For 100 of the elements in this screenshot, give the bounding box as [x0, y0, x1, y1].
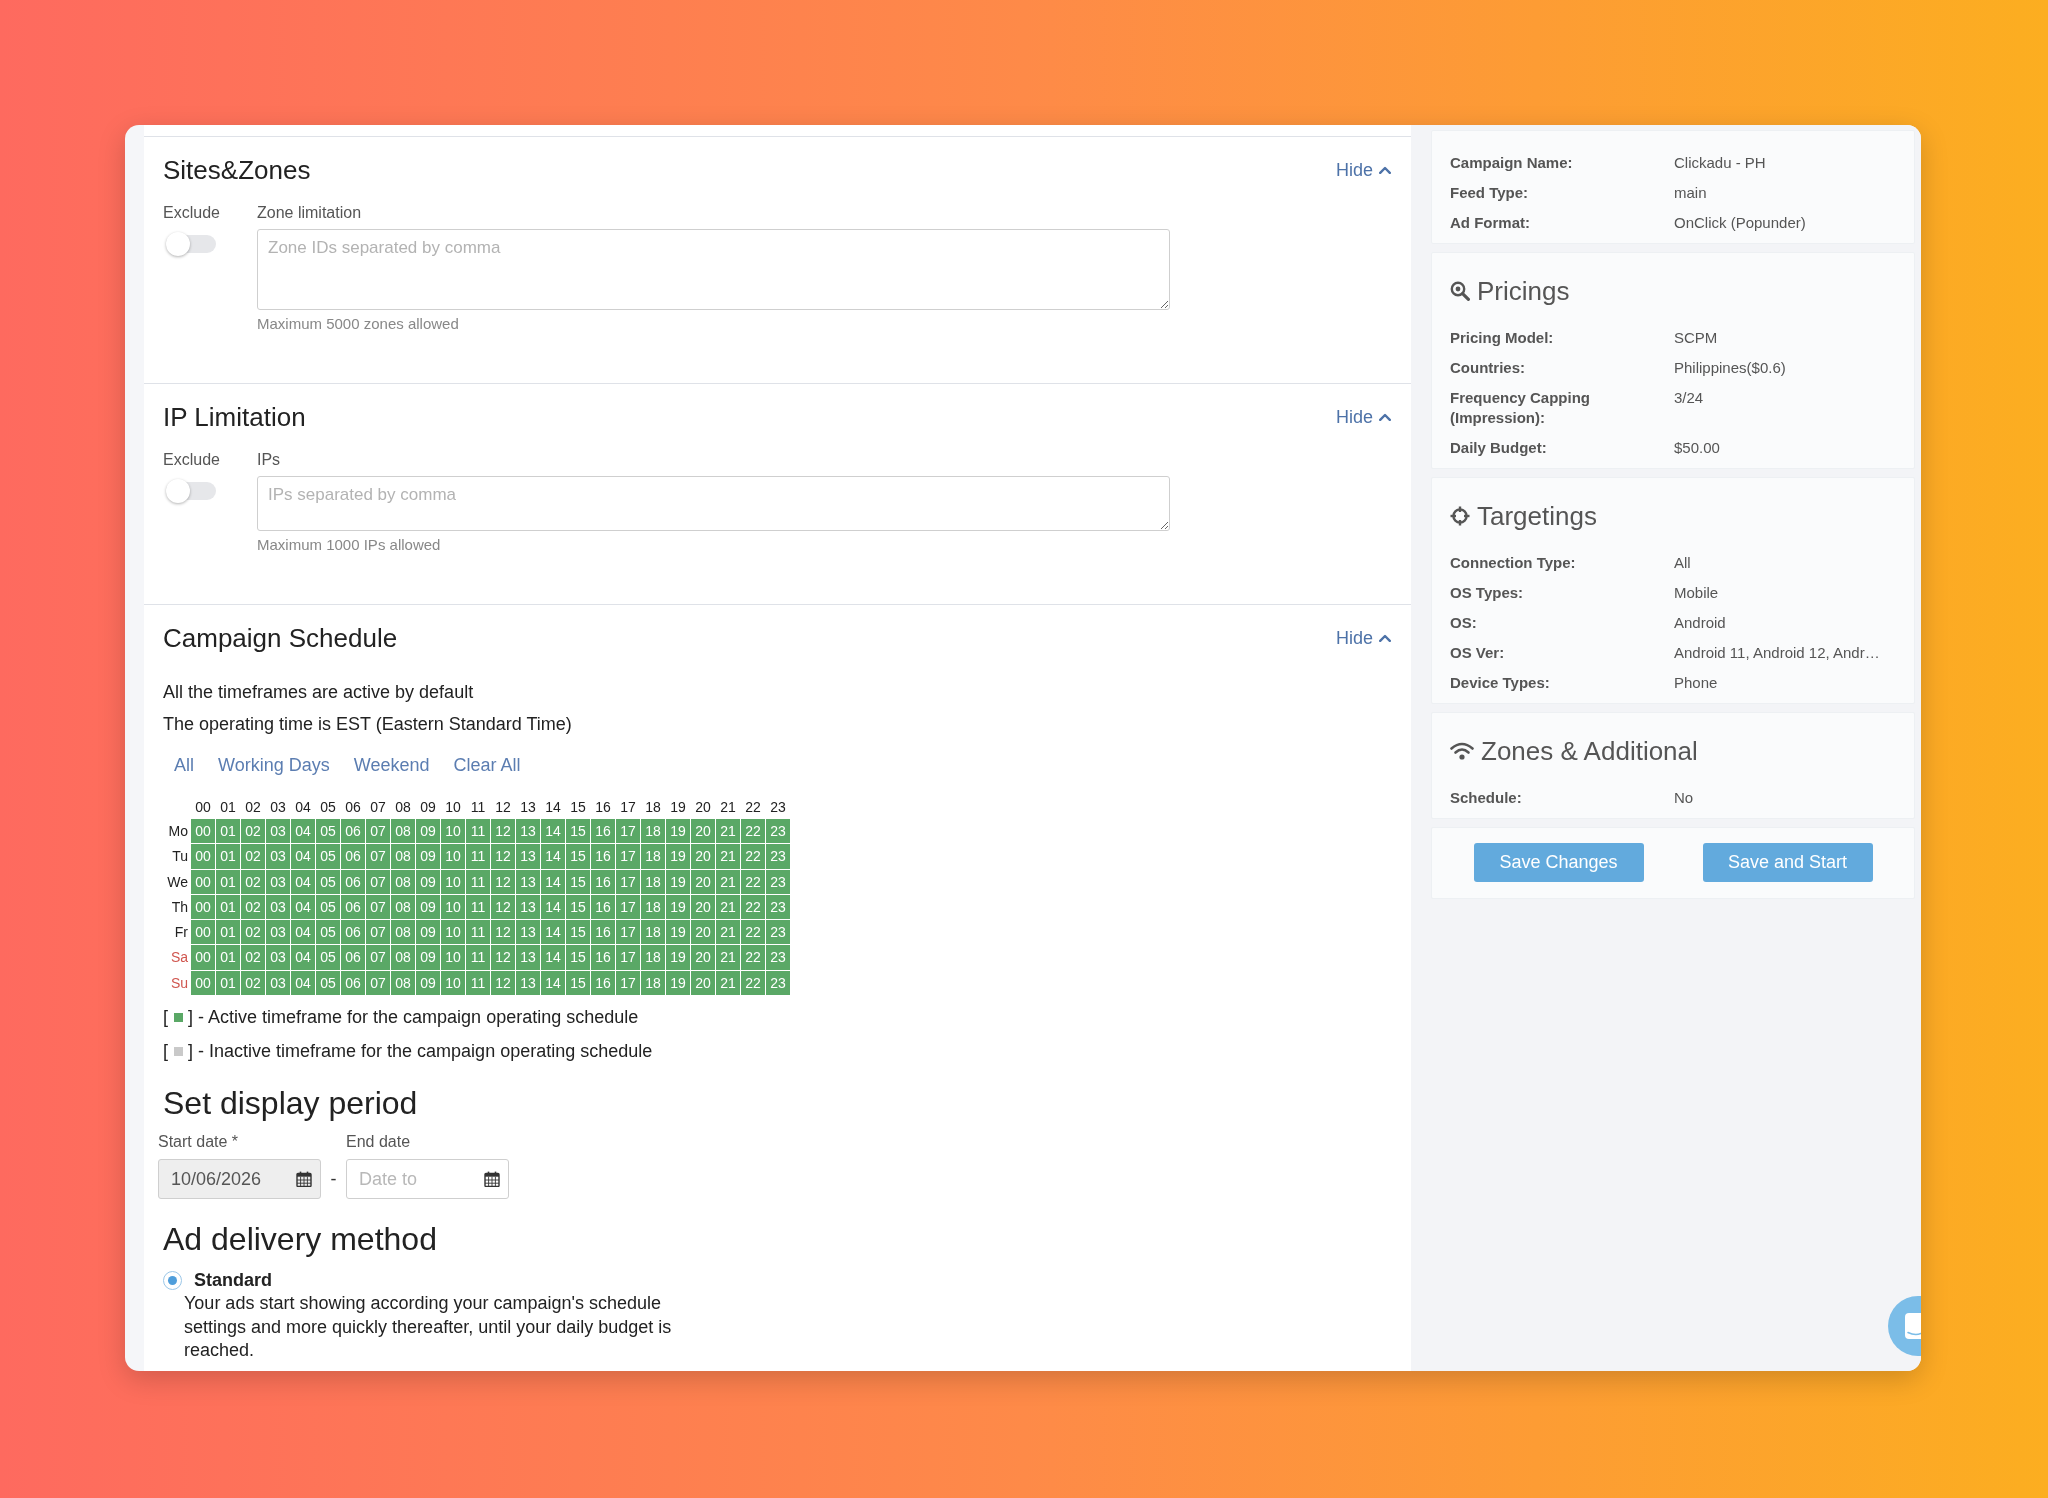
- timeslot-cell[interactable]: 05: [316, 844, 340, 869]
- timeslot-cell[interactable]: 19: [666, 894, 690, 920]
- timeslot-cell[interactable]: 21: [716, 844, 740, 869]
- timeslot-cell[interactable]: 02: [241, 894, 265, 920]
- timeslot-cell[interactable]: 04: [291, 869, 315, 894]
- timeslot-cell[interactable]: 05: [316, 869, 340, 894]
- timeslot-cell[interactable]: 00: [191, 819, 215, 844]
- timeslot-cell[interactable]: 21: [716, 945, 740, 970]
- timeslot-cell[interactable]: 23: [766, 945, 790, 970]
- timeslot-cell[interactable]: 09: [416, 970, 440, 996]
- timeslot-cell[interactable]: 20: [691, 970, 715, 996]
- timeslot-cell[interactable]: 15: [566, 819, 590, 844]
- timeslot-cell[interactable]: 16: [591, 844, 615, 869]
- timeslot-cell[interactable]: 16: [591, 869, 615, 894]
- timeslot-cell[interactable]: 10: [441, 819, 465, 844]
- timeslot-cell[interactable]: 18: [641, 970, 665, 996]
- preset-link[interactable]: All: [174, 753, 194, 777]
- timeslot-cell[interactable]: 22: [741, 920, 765, 945]
- timeslot-cell[interactable]: 07: [366, 869, 390, 894]
- timeslot-cell[interactable]: 19: [666, 970, 690, 996]
- timeslot-cell[interactable]: 04: [291, 945, 315, 970]
- timeslot-cell[interactable]: 01: [216, 869, 240, 894]
- timeslot-cell[interactable]: 00: [191, 970, 215, 996]
- timeslot-cell[interactable]: 06: [341, 894, 365, 920]
- timeslot-cell[interactable]: 06: [341, 970, 365, 996]
- timeslot-cell[interactable]: 20: [691, 819, 715, 844]
- timeslot-cell[interactable]: 05: [316, 894, 340, 920]
- timeslot-cell[interactable]: 17: [616, 945, 640, 970]
- timeslot-cell[interactable]: 19: [666, 920, 690, 945]
- timeslot-cell[interactable]: 02: [241, 945, 265, 970]
- timeslot-cell[interactable]: 23: [766, 869, 790, 894]
- hide-link[interactable]: Hide: [1335, 626, 1391, 650]
- timeslot-cell[interactable]: 06: [341, 869, 365, 894]
- timeslot-cell[interactable]: 06: [341, 945, 365, 970]
- timeslot-cell[interactable]: 01: [216, 970, 240, 996]
- timeslot-cell[interactable]: 16: [591, 920, 615, 945]
- timeslot-cell[interactable]: 08: [391, 970, 415, 996]
- timeslot-cell[interactable]: 19: [666, 819, 690, 844]
- timeslot-cell[interactable]: 14: [541, 869, 565, 894]
- timeslot-cell[interactable]: 08: [391, 869, 415, 894]
- timeslot-cell[interactable]: 15: [566, 970, 590, 996]
- timeslot-cell[interactable]: 14: [541, 945, 565, 970]
- timeslot-cell[interactable]: 17: [616, 920, 640, 945]
- timeslot-cell[interactable]: 14: [541, 920, 565, 945]
- timeslot-cell[interactable]: 23: [766, 844, 790, 869]
- timeslot-cell[interactable]: 11: [466, 844, 490, 869]
- timeslot-cell[interactable]: 13: [516, 844, 540, 869]
- timeslot-cell[interactable]: 01: [216, 819, 240, 844]
- timeslot-cell[interactable]: 05: [316, 970, 340, 996]
- timeslot-cell[interactable]: 23: [766, 970, 790, 996]
- timeslot-cell[interactable]: 19: [666, 945, 690, 970]
- timeslot-cell[interactable]: 16: [591, 894, 615, 920]
- timeslot-cell[interactable]: 03: [266, 819, 290, 844]
- timeslot-cell[interactable]: 12: [491, 869, 515, 894]
- timeslot-cell[interactable]: 23: [766, 920, 790, 945]
- timeslot-cell[interactable]: 19: [666, 844, 690, 869]
- timeslot-cell[interactable]: 15: [566, 945, 590, 970]
- action-button[interactable]: Save and Start: [1702, 843, 1873, 882]
- timeslot-cell[interactable]: 12: [491, 819, 515, 844]
- timeslot-cell[interactable]: 00: [191, 894, 215, 920]
- timeslot-cell[interactable]: 04: [291, 970, 315, 996]
- timeslot-cell[interactable]: 11: [466, 945, 490, 970]
- timeslot-cell[interactable]: 16: [591, 970, 615, 996]
- timeslot-cell[interactable]: 13: [516, 970, 540, 996]
- hide-link[interactable]: Hide: [1335, 158, 1391, 182]
- input-field[interactable]: Zone IDs separated by comma: [257, 229, 1170, 310]
- timeslot-cell[interactable]: 18: [641, 869, 665, 894]
- input-field[interactable]: IPs separated by comma: [257, 476, 1170, 531]
- timeslot-cell[interactable]: 12: [491, 920, 515, 945]
- timeslot-cell[interactable]: 10: [441, 894, 465, 920]
- timeslot-cell[interactable]: 16: [591, 945, 615, 970]
- timeslot-cell[interactable]: 09: [416, 869, 440, 894]
- timeslot-cell[interactable]: 01: [216, 844, 240, 869]
- timeslot-cell[interactable]: 18: [641, 819, 665, 844]
- timeslot-cell[interactable]: 21: [716, 869, 740, 894]
- timeslot-cell[interactable]: 06: [341, 844, 365, 869]
- timeslot-cell[interactable]: 22: [741, 869, 765, 894]
- timeslot-cell[interactable]: 15: [566, 869, 590, 894]
- timeslot-cell[interactable]: 22: [741, 819, 765, 844]
- timeslot-cell[interactable]: 18: [641, 945, 665, 970]
- timeslot-cell[interactable]: 03: [266, 869, 290, 894]
- timeslot-cell[interactable]: 10: [441, 920, 465, 945]
- timeslot-cell[interactable]: 18: [641, 920, 665, 945]
- preset-link[interactable]: Working Days: [218, 753, 330, 777]
- timeslot-cell[interactable]: 15: [566, 894, 590, 920]
- timeslot-cell[interactable]: 22: [741, 970, 765, 996]
- timeslot-cell[interactable]: 13: [516, 819, 540, 844]
- timeslot-cell[interactable]: 17: [616, 894, 640, 920]
- timeslot-cell[interactable]: 20: [691, 920, 715, 945]
- preset-link[interactable]: Weekend: [353, 753, 430, 777]
- timeslot-cell[interactable]: 02: [241, 844, 265, 869]
- timeslot-cell[interactable]: 03: [266, 970, 290, 996]
- timeslot-cell[interactable]: 04: [291, 844, 315, 869]
- timeslot-cell[interactable]: 15: [566, 844, 590, 869]
- timeslot-cell[interactable]: 02: [241, 819, 265, 844]
- timeslot-cell[interactable]: 14: [541, 819, 565, 844]
- timeslot-cell[interactable]: 11: [466, 894, 490, 920]
- timeslot-cell[interactable]: 10: [441, 970, 465, 996]
- timeslot-cell[interactable]: 15: [566, 920, 590, 945]
- exclude-toggle[interactable]: [166, 232, 216, 256]
